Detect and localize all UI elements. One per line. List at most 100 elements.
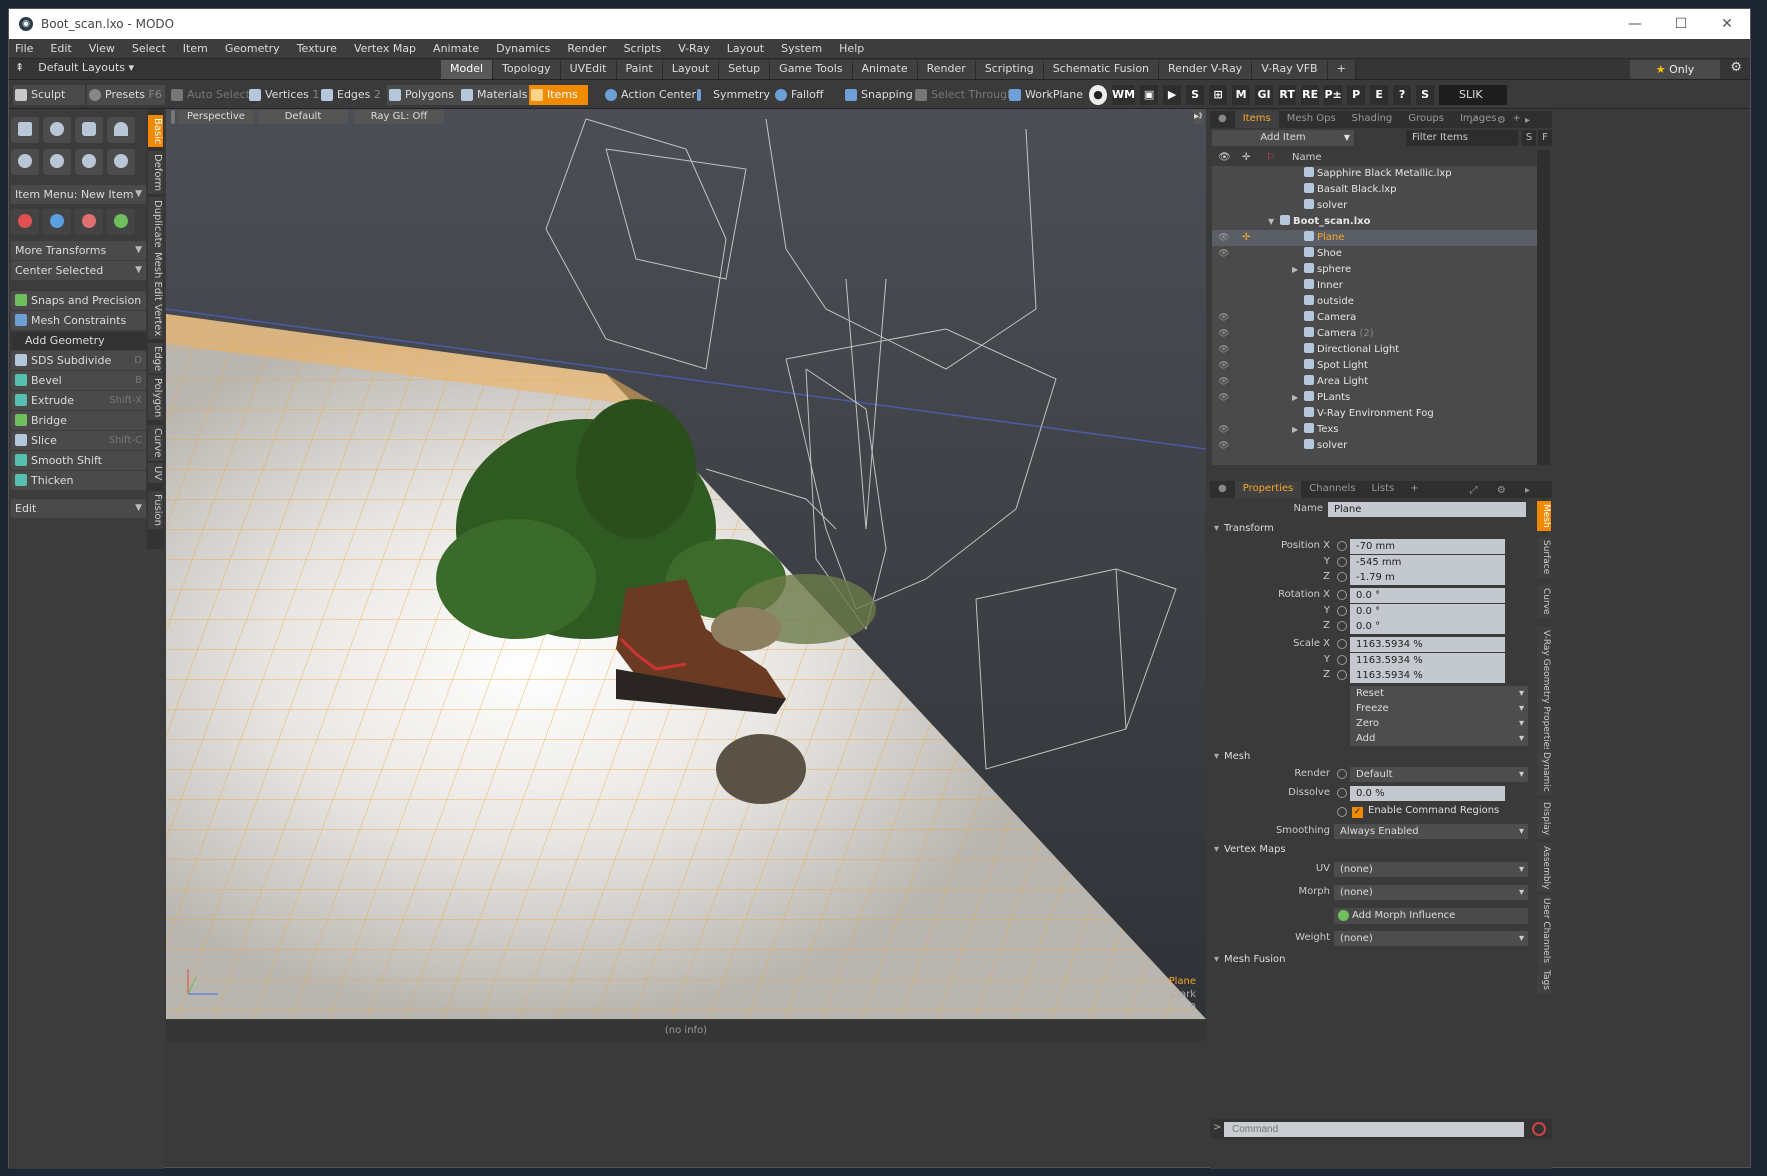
play-icon[interactable]: ▶ — [1163, 85, 1182, 105]
vtab-user-channels[interactable]: User Channels — [1537, 895, 1551, 967]
vtab-dynamic[interactable]: Dynamic — [1537, 749, 1551, 795]
tab-channels[interactable]: Channels — [1301, 481, 1363, 498]
item-list-scrollbar[interactable] — [1537, 150, 1550, 465]
expand-icon[interactable]: ⤢ — [1462, 483, 1486, 498]
visibility-eye-icon[interactable]: 👁 — [1218, 422, 1229, 438]
materials-button[interactable]: Materials — [459, 85, 536, 105]
pen-tool-button[interactable] — [75, 149, 103, 175]
menu-help[interactable]: Help — [839, 42, 864, 55]
sds-subdivide-button[interactable]: SDS Subdivide D — [11, 351, 146, 370]
sculpt-button[interactable]: Sculpt — [13, 85, 85, 105]
visibility-eye-icon[interactable]: 👁 — [1218, 390, 1229, 406]
vtab-curve[interactable]: Curve — [148, 425, 163, 461]
visibility-eye-icon[interactable]: 👁 — [1218, 342, 1229, 358]
add-tab-button[interactable]: + — [1327, 60, 1356, 79]
keyframe-dot-icon[interactable] — [1337, 788, 1347, 798]
cylinder-tool-button[interactable] — [75, 117, 103, 143]
vtab-uv[interactable]: UV — [148, 463, 163, 484]
vtab-basic[interactable]: Basic — [148, 115, 163, 148]
position-z-input[interactable]: -1.79 m — [1350, 570, 1505, 585]
vtab-display[interactable]: Display — [1537, 799, 1551, 839]
weight-dropdown[interactable]: (none) — [1334, 931, 1528, 946]
menu-dynamics[interactable]: Dynamics — [496, 42, 550, 55]
frame-icon[interactable]: ⊞ — [1209, 85, 1228, 105]
menu-render[interactable]: Render — [567, 42, 606, 55]
keyframe-dot-icon[interactable] — [1337, 655, 1347, 665]
expand-icon[interactable]: ⤢ — [1462, 113, 1486, 128]
expand-right-icon[interactable]: ▶ — [1292, 390, 1298, 406]
m-button[interactable]: M — [1232, 85, 1251, 105]
lock-column-icon[interactable]: ✛ — [1242, 152, 1250, 163]
add-dropdown[interactable]: Add — [1350, 731, 1528, 746]
snapping-button[interactable]: Snapping — [843, 85, 913, 105]
panel-gear-icon[interactable]: ⚙ — [1489, 113, 1514, 128]
item-row[interactable]: outside — [1212, 294, 1537, 310]
dissolve-input[interactable]: 0.0 % — [1350, 786, 1505, 801]
item-row[interactable]: 👁 ▶ Texs — [1212, 422, 1537, 438]
item-row[interactable]: ▼ Boot_scan.lxo — [1212, 214, 1537, 230]
item-menu-dropdown[interactable]: Item Menu: New Item ▼ — [11, 185, 146, 204]
visibility-eye-icon[interactable]: 👁 — [1218, 310, 1229, 326]
item-row[interactable]: 👁 ✛ Plane — [1212, 230, 1537, 246]
shading-style-dropdown[interactable]: Default — [258, 110, 348, 124]
workplane-button[interactable]: WorkPlane — [1007, 85, 1083, 105]
visibility-eye-icon[interactable]: 👁 — [1218, 374, 1229, 390]
menu-animate[interactable]: Animate — [433, 42, 479, 55]
panel-menu-dot[interactable]: ● — [1210, 111, 1235, 128]
center-selected-dropdown[interactable]: Center Selected ▼ — [11, 261, 146, 280]
viewport-menu-dot[interactable] — [171, 110, 175, 124]
items-button[interactable]: Items — [529, 85, 588, 105]
tab-groups[interactable]: Groups — [1400, 111, 1452, 128]
falloff-button[interactable]: Falloff — [773, 85, 823, 105]
item-row[interactable]: V-Ray Environment Fog — [1212, 406, 1537, 422]
item-row[interactable]: 👁 Shoe — [1212, 246, 1537, 262]
more-transforms-dropdown[interactable]: More Transforms ▼ — [11, 241, 146, 260]
menu-scripts[interactable]: Scripts — [624, 42, 662, 55]
scale-y-input[interactable]: 1163.5934 % — [1350, 653, 1505, 668]
rotate-tool-button[interactable] — [43, 209, 71, 235]
vtab-mesh-edit[interactable]: Mesh Edit — [148, 249, 163, 304]
tab-schematic-fusion[interactable]: Schematic Fusion — [1043, 60, 1160, 79]
move-tool-button[interactable] — [11, 209, 39, 235]
visibility-eye-icon[interactable]: 👁 — [1218, 358, 1229, 374]
tab-render[interactable]: Render — [917, 60, 976, 79]
tab-layout[interactable]: Layout — [662, 60, 720, 79]
freeze-dropdown[interactable]: Freeze — [1350, 701, 1528, 716]
tab-setup[interactable]: Setup — [719, 60, 771, 79]
sphere-tool-button[interactable] — [43, 117, 71, 143]
mesh-constraints-button[interactable]: Mesh Constraints — [11, 311, 146, 330]
keyframe-dot-icon[interactable] — [1337, 590, 1347, 600]
thicken-button[interactable]: Thicken — [11, 471, 146, 490]
menu-vertex-map[interactable]: Vertex Map — [354, 42, 416, 55]
scale-z-input[interactable]: 1163.5934 % — [1350, 668, 1505, 683]
slice-button[interactable]: Slice Shift-C — [11, 431, 146, 450]
reset-dropdown[interactable]: Reset — [1350, 686, 1528, 701]
e-button[interactable]: E — [1370, 85, 1389, 105]
visibility-eye-icon[interactable]: 👁 — [1218, 326, 1229, 342]
position-x-input[interactable]: -70 mm — [1350, 539, 1505, 554]
expand-right-icon[interactable]: ▶ — [1292, 422, 1298, 438]
tab-model[interactable]: Model — [441, 60, 494, 79]
vtab-surface[interactable]: Surface — [1537, 537, 1551, 578]
tab-items[interactable]: Items — [1234, 111, 1279, 128]
position-y-input[interactable]: -545 mm — [1350, 555, 1505, 570]
tab-paint[interactable]: Paint — [616, 60, 663, 79]
keyframe-dot-icon[interactable] — [1337, 807, 1347, 817]
vtab-curve[interactable]: Curve — [1537, 585, 1551, 618]
item-row[interactable]: 👁 Spot Light — [1212, 358, 1537, 374]
transform-section[interactable]: Transform — [1210, 521, 1535, 537]
text-tool-button[interactable] — [107, 149, 135, 175]
render-dropdown[interactable]: Default — [1350, 767, 1528, 782]
p-plus-button[interactable]: P± — [1324, 85, 1343, 105]
keyframe-dot-icon[interactable] — [1337, 621, 1347, 631]
menu-file[interactable]: File — [15, 42, 33, 55]
tab-game-tools[interactable]: Game Tools — [770, 60, 853, 79]
only-button[interactable]: ★ Only — [1630, 60, 1720, 79]
keyframe-dot-icon[interactable] — [1337, 670, 1347, 680]
add-panel-tab[interactable]: + — [1402, 481, 1426, 498]
vtab-fusion[interactable]: Fusion — [148, 491, 163, 529]
close-button[interactable]: ✕ — [1704, 9, 1750, 39]
mesh-fusion-section[interactable]: Mesh Fusion — [1210, 952, 1535, 968]
tab-topology[interactable]: Topology — [493, 60, 561, 79]
auto-select-button[interactable]: Auto Select — [169, 85, 250, 105]
